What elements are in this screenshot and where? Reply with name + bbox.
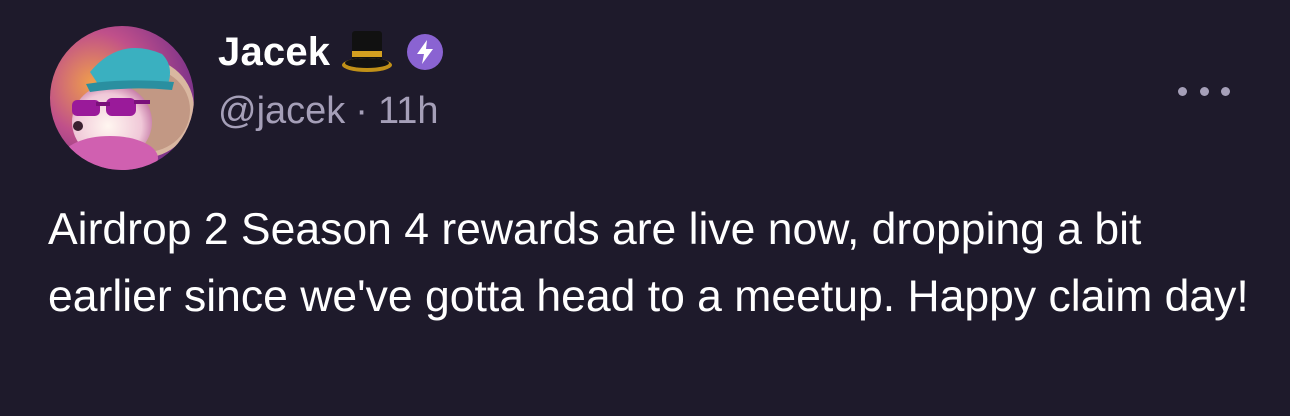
- post-card[interactable]: Jacek @jacek · 11h Airdrop 2 Season 4 re…: [0, 0, 1290, 416]
- top-hat-icon: [340, 29, 394, 75]
- more-dot: [1221, 86, 1230, 96]
- author-avatar[interactable]: [50, 26, 194, 170]
- more-dot: [1178, 86, 1187, 96]
- post-body-text: Airdrop 2 Season 4 rewards are live now,…: [48, 205, 1249, 321]
- meta-separator: ·: [355, 90, 368, 132]
- author-handle[interactable]: @jacek: [218, 90, 345, 133]
- hedgehog-avatar-icon: [50, 26, 194, 170]
- more-options-icon[interactable]: [1178, 74, 1230, 108]
- author-name-row: Jacek: [218, 24, 444, 80]
- post-timestamp[interactable]: 11h: [378, 90, 439, 133]
- author-display-name[interactable]: Jacek: [218, 30, 330, 75]
- more-dot: [1199, 86, 1209, 96]
- power-badge-icon: [406, 33, 444, 71]
- post-meta: @jacek · 11h: [218, 90, 439, 133]
